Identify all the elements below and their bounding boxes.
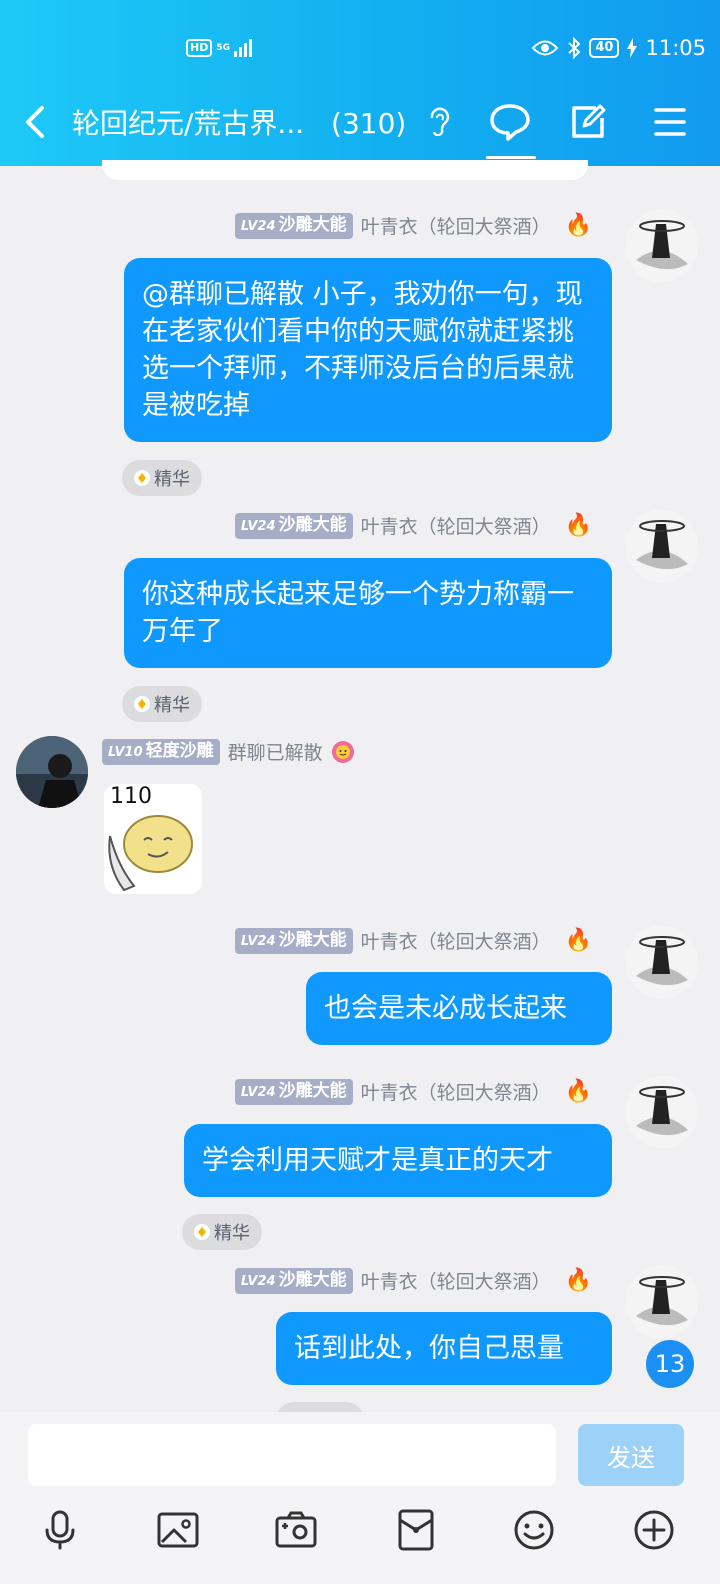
message-meta: LV24 沙雕大能 叶青衣（轮回大祭酒） 🔥 [234, 1078, 592, 1105]
diamond-icon [134, 696, 150, 712]
avatar[interactable] [626, 1266, 698, 1338]
sender-nick[interactable]: 叶青衣（轮回大祭酒） [361, 212, 551, 239]
emoji-icon[interactable] [512, 1508, 556, 1552]
message-bubble[interactable]: 学会利用天赋才是真正的天才 [184, 1124, 612, 1197]
tag-label: 精华 [214, 1223, 250, 1244]
message-bubble[interactable]: 也会是未必成长起来 [306, 972, 612, 1045]
message-meta: LV24 沙雕大能 叶青衣（轮回大祭酒） 🔥 [234, 1267, 592, 1294]
previous-message-bubble [102, 160, 588, 180]
avatar[interactable] [626, 210, 698, 282]
diamond-icon [134, 470, 150, 486]
sender-nick[interactable]: 群聊已解散 [228, 738, 323, 765]
essence-tag[interactable]: 精华 [182, 1214, 262, 1250]
sticker-image[interactable]: 110 [104, 784, 202, 894]
fire-icon: 🔥 [564, 1079, 592, 1104]
red-packet-icon[interactable] [394, 1508, 438, 1552]
network-indicators: HD 5G [186, 39, 252, 57]
essence-tag[interactable]: 精华 [122, 460, 202, 496]
plus-icon[interactable] [632, 1508, 676, 1552]
chat-header: HD 5G 40 11:05 轮回纪元/荒古界... (310) [0, 0, 720, 166]
essence-tag[interactable]: 精华 [122, 686, 202, 722]
send-button[interactable]: 发送 [578, 1424, 684, 1486]
level-badge: LV24 沙雕大能 [234, 1267, 353, 1294]
avatar[interactable] [626, 510, 698, 582]
avatar[interactable] [626, 926, 698, 998]
tag-label: 精华 [154, 469, 190, 490]
message-bubble[interactable]: 你这种成长起来足够一个势力称霸一万年了 [124, 558, 612, 668]
flower-icon [331, 740, 354, 763]
message-bubble[interactable]: 话到此处，你自己思量 [276, 1312, 612, 1385]
mic-icon[interactable] [38, 1508, 82, 1552]
group-name: 轮回纪元/荒古界... [72, 107, 305, 140]
message-meta: LV24 沙雕大能 叶青衣（轮回大祭酒） 🔥 [234, 512, 592, 539]
level-badge: LV10 轻度沙雕 [102, 738, 220, 765]
level-badge: LV24 沙雕大能 [234, 512, 353, 539]
battery-icon: 40 [589, 38, 620, 58]
status-bar: HD 5G 40 11:05 [0, 36, 720, 66]
avatar[interactable] [626, 1076, 698, 1148]
unread-count-badge[interactable]: 13 [646, 1340, 694, 1388]
ear-icon[interactable] [428, 106, 450, 136]
diamond-icon [194, 1224, 210, 1240]
camera-icon[interactable] [274, 1508, 318, 1552]
input-bar: 发送 [0, 1412, 720, 1584]
image-icon[interactable] [156, 1508, 200, 1552]
message-meta: LV10 轻度沙雕 群聊已解散 [102, 738, 355, 765]
fire-icon: 🔥 [564, 213, 592, 238]
sender-nick[interactable]: 叶青衣（轮回大祭酒） [361, 512, 551, 539]
group-title[interactable]: 轮回纪元/荒古界... (310) [72, 102, 406, 142]
sender-nick[interactable]: 叶青衣（轮回大祭酒） [361, 927, 551, 954]
sender-nick[interactable]: 叶青衣（轮回大祭酒） [361, 1078, 551, 1105]
chevron-left-icon[interactable] [22, 104, 50, 140]
5g-indicator: 5G [216, 42, 230, 53]
sender-nick[interactable]: 叶青衣（轮回大祭酒） [361, 1267, 551, 1294]
avatar[interactable] [16, 736, 88, 808]
signal-icon [234, 39, 252, 57]
fire-icon: 🔥 [564, 928, 592, 953]
menu-icon[interactable] [648, 100, 692, 144]
tab-indicator [486, 156, 536, 159]
bluetooth-icon [568, 37, 581, 59]
message-bubble[interactable]: @群聊已解散 小子，我劝你一句，现在老家伙们看中你的天赋你就赶紧挑选一个拜师，不… [124, 258, 612, 442]
level-badge: LV24 沙雕大能 [234, 927, 353, 954]
level-badge: LV24 沙雕大能 [234, 212, 353, 239]
fire-icon: 🔥 [564, 513, 592, 538]
message-meta: LV24 沙雕大能 叶青衣（轮回大祭酒） 🔥 [234, 927, 592, 954]
fire-icon: 🔥 [564, 1268, 592, 1293]
message-meta: LV24 沙雕大能 叶青衣（轮回大祭酒） 🔥 [234, 212, 592, 239]
edit-icon[interactable] [566, 100, 610, 144]
navigation-bar: 轮回纪元/荒古界... (310) [0, 96, 720, 148]
member-count: (310) [331, 107, 407, 140]
status-right: 40 11:05 [531, 36, 706, 60]
message-input[interactable] [28, 1424, 556, 1486]
clock: 11:05 [645, 36, 706, 60]
tag-label: 精华 [154, 695, 190, 716]
level-badge: LV24 沙雕大能 [234, 1078, 353, 1105]
eye-icon [532, 40, 559, 56]
hd-badge: HD [186, 39, 213, 57]
chat-bubble-icon[interactable] [488, 100, 532, 144]
charging-icon [627, 38, 638, 58]
